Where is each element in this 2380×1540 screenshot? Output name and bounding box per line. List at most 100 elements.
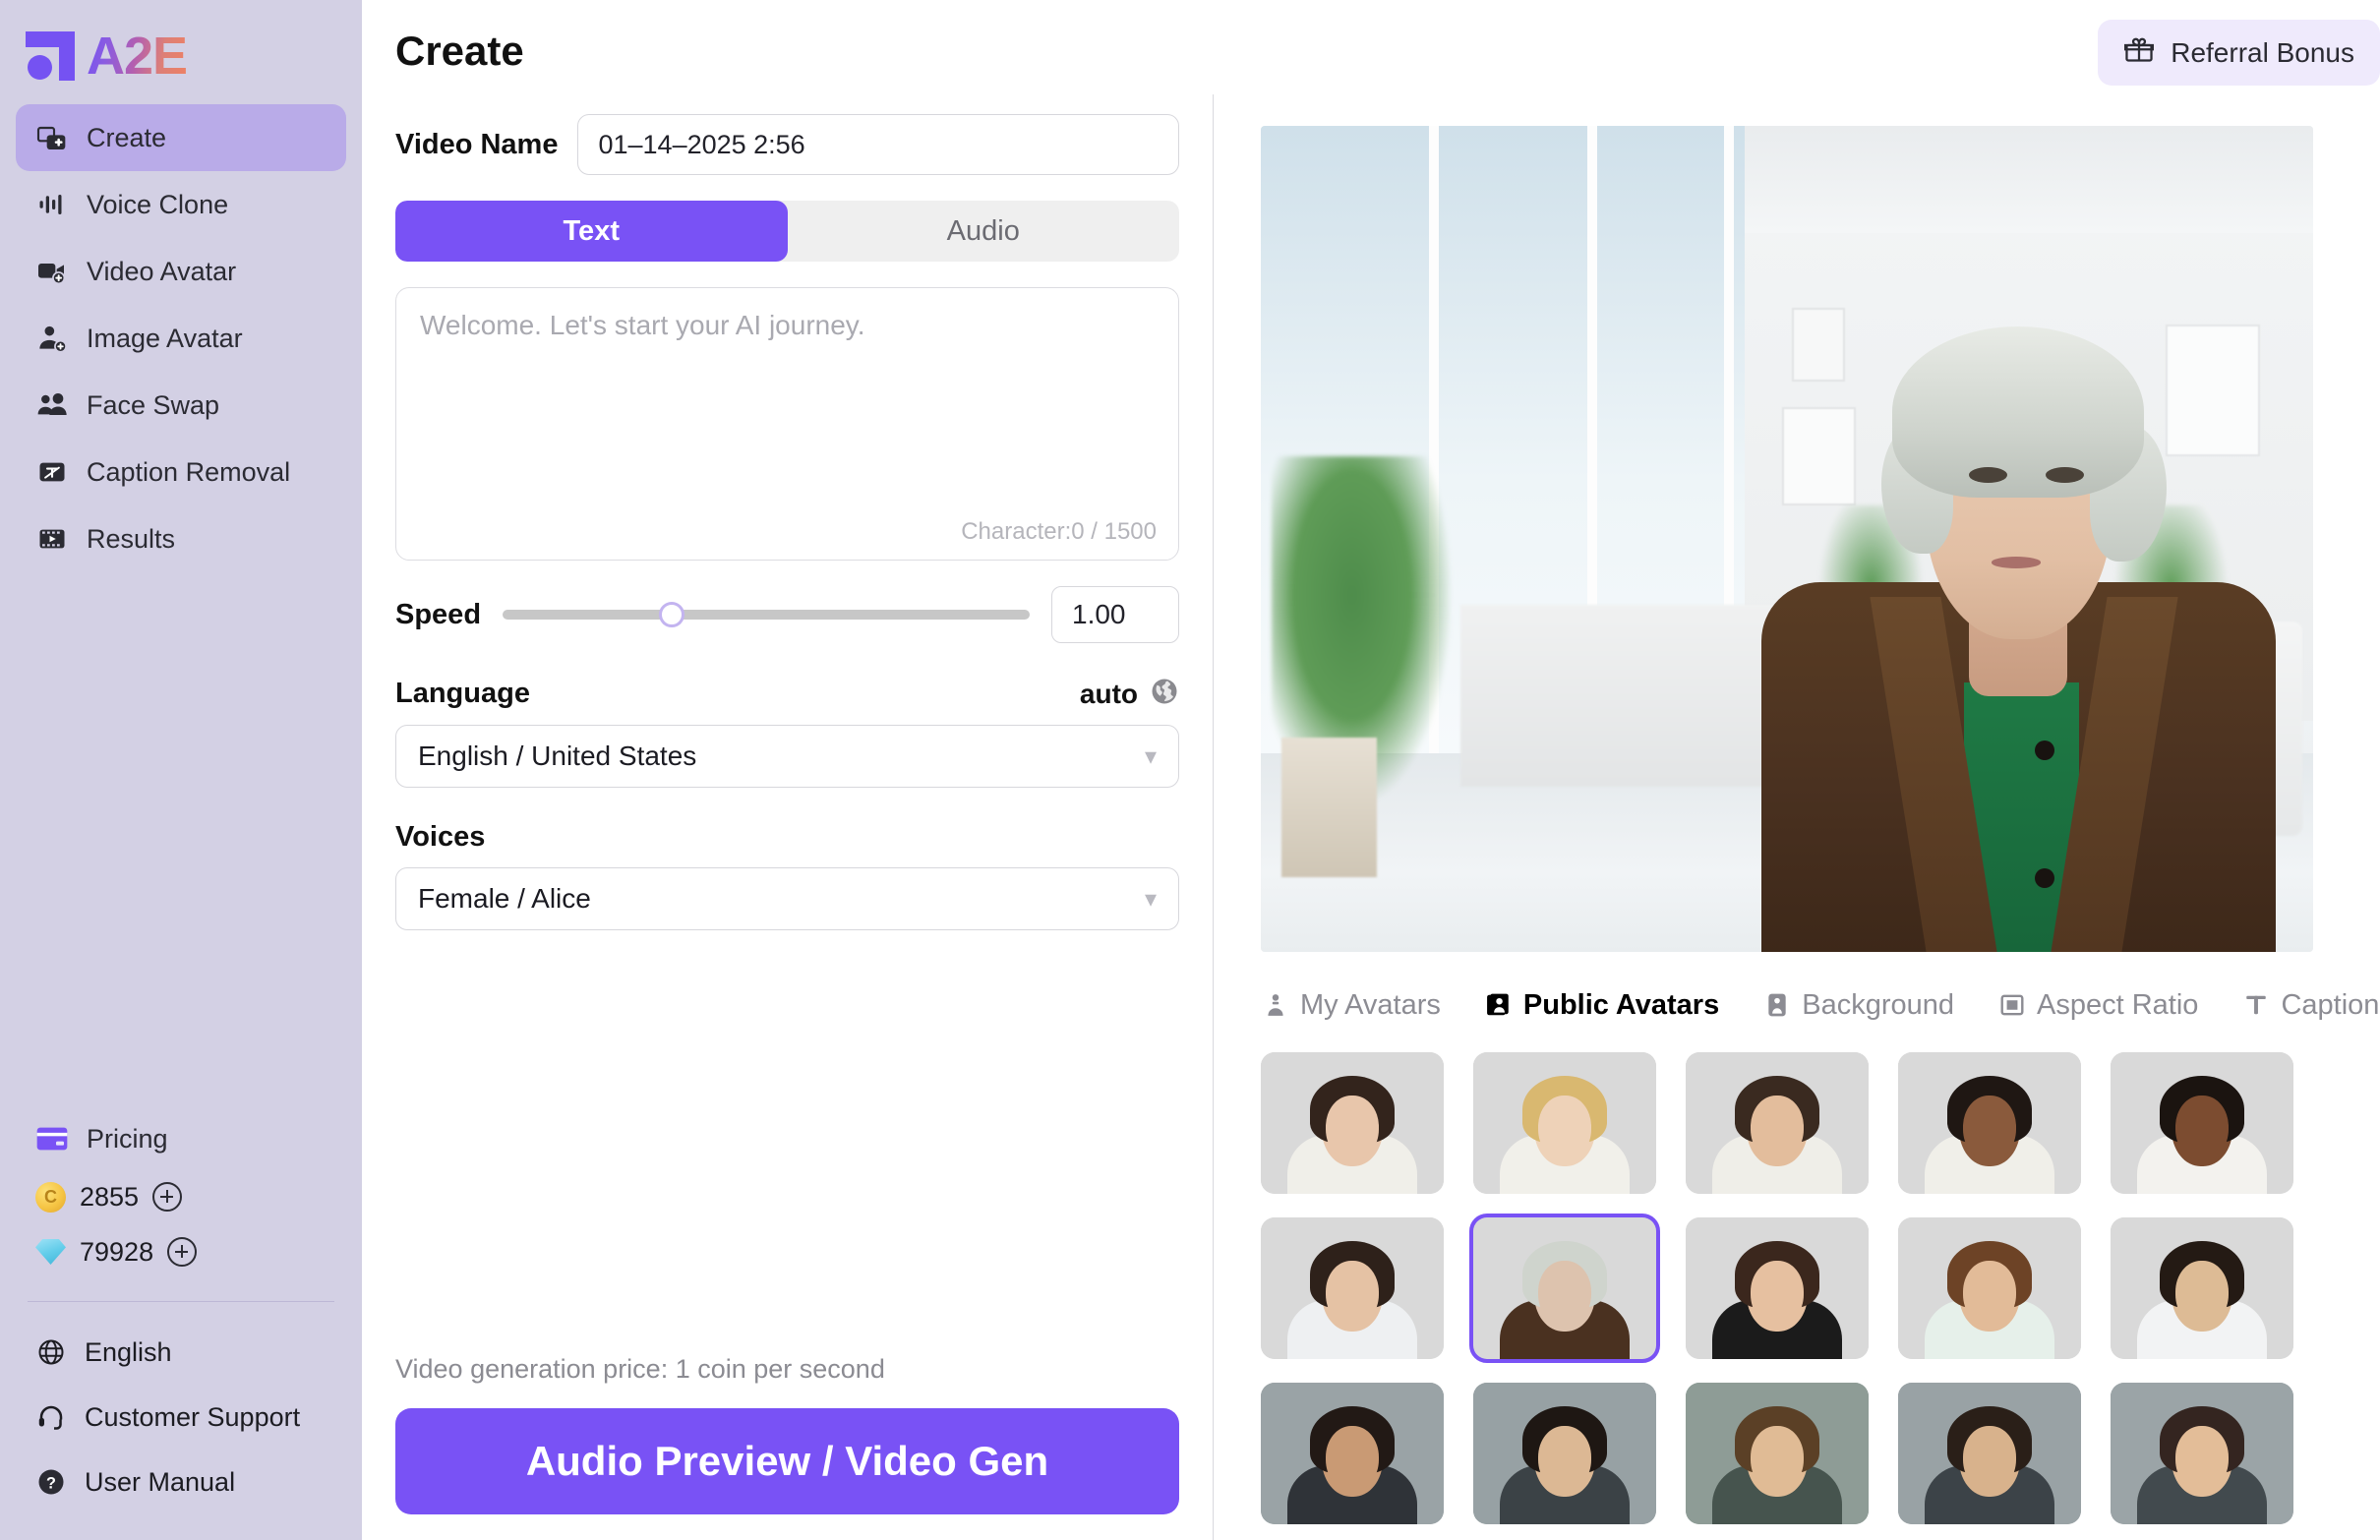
headset-icon [35, 1401, 67, 1433]
avatar-thumbnail[interactable] [2111, 1217, 2293, 1359]
tab-label: My Avatars [1300, 988, 1441, 1021]
diamond-balance[interactable]: 79928 [16, 1224, 346, 1279]
video-preview[interactable] [1261, 126, 2313, 952]
face-swap-icon [35, 388, 69, 422]
speed-value-input[interactable]: 1.00 [1051, 586, 1179, 643]
a2e-logo-icon [26, 31, 75, 81]
language-auto-label: auto [1079, 678, 1138, 709]
language-switcher[interactable]: English [16, 1320, 346, 1385]
avatar-mouth [1991, 557, 2041, 568]
gift-icon [2123, 33, 2155, 72]
audio-preview-video-gen-button[interactable]: Audio Preview / Video Gen [395, 1408, 1179, 1514]
language-select[interactable]: English / United States ▾ [395, 725, 1179, 788]
add-diamonds-button[interactable] [167, 1237, 198, 1267]
avatar-thumbnail[interactable] [1898, 1217, 2081, 1359]
avatar-thumbnail[interactable] [1686, 1217, 1869, 1359]
voices-header: Voices [395, 821, 1179, 854]
add-coins-button[interactable] [152, 1182, 183, 1212]
avatar-thumbnail[interactable] [1261, 1052, 1444, 1194]
avatar-thumbnail[interactable] [1473, 1052, 1656, 1194]
script-textarea[interactable]: Welcome. Let's start your AI journey. Ch… [395, 287, 1179, 561]
sidebar-item-create[interactable]: Create [16, 104, 346, 171]
preview-plant-pot [1281, 737, 1377, 878]
page-title: Create [395, 28, 524, 74]
credit-card-icon [35, 1122, 69, 1155]
globe-icon [35, 1336, 67, 1368]
avatar-coat-button [2035, 868, 2055, 888]
voices-label: Voices [395, 821, 486, 853]
speed-slider[interactable] [503, 598, 1030, 631]
tab-audio[interactable]: Audio [788, 201, 1180, 262]
thumbnail-face [1751, 1096, 1804, 1160]
tab-aspect-ratio[interactable]: Aspect Ratio [1997, 989, 2198, 1022]
tab-my-avatars[interactable]: My Avatars [1261, 989, 1441, 1022]
avatar-thumbnail[interactable] [2111, 1383, 2293, 1524]
preview-tabs: My Avatars Public Avatars Background Asp… [1261, 979, 2380, 1031]
sidebar-item-label: Results [87, 523, 176, 554]
customer-support-link[interactable]: Customer Support [16, 1385, 346, 1450]
svg-text:?: ? [46, 1474, 56, 1492]
sidebar-item-caption-removal[interactable]: Caption Removal [16, 439, 346, 505]
sidebar-item-label: Voice Clone [87, 189, 229, 219]
avatar-thumbnail[interactable] [1261, 1383, 1444, 1524]
footer-item-label: English [85, 1336, 172, 1367]
sidebar-item-video-avatar[interactable]: Video Avatar [16, 238, 346, 305]
form-spacer [395, 930, 1179, 1354]
sidebar-item-label: Face Swap [87, 389, 220, 420]
video-name-input[interactable]: 01–14–2025 2:56 [577, 114, 1179, 175]
user-manual-link[interactable]: ? User Manual [16, 1450, 346, 1514]
sidebar-item-results[interactable]: Results [16, 505, 346, 572]
sidebar-item-pricing[interactable]: Pricing [16, 1108, 346, 1169]
avatar-thumbnail[interactable] [1473, 1383, 1656, 1524]
tab-text[interactable]: Text [395, 201, 788, 262]
chevron-down-icon: ▾ [1144, 742, 1157, 770]
sidebar-item-voice-clone[interactable]: Voice Clone [16, 171, 346, 238]
preview-ceiling [1745, 126, 2313, 234]
thumbnail-face [1963, 1096, 2016, 1160]
avatar-thumbnail[interactable] [1898, 1052, 2081, 1194]
avatar-thumbnail[interactable] [1686, 1052, 1869, 1194]
sidebar-nav: Create Voice Clone Video Avatar Image Av… [0, 104, 362, 572]
avatar-thumbnail[interactable] [2111, 1052, 2293, 1194]
avatar-thumbnail[interactable] [1898, 1383, 2081, 1524]
brand-name: A2E [87, 27, 188, 86]
referral-bonus-button[interactable]: Referral Bonus [2098, 20, 2380, 86]
avatar-thumbnail[interactable] [1261, 1217, 1444, 1359]
slider-thumb[interactable] [658, 602, 684, 627]
tab-caption[interactable]: Caption [2241, 989, 2379, 1022]
caption-removal-icon [35, 455, 69, 489]
language-header: Language auto [395, 677, 1179, 711]
language-auto-toggle[interactable]: auto [1080, 677, 1179, 711]
tab-public-avatars[interactable]: Public Avatars [1484, 989, 1719, 1022]
thumbnail-face [2175, 1096, 2229, 1160]
main-area: Create Referral Bonus Video Name 01–14–2… [362, 0, 2380, 1540]
speed-row: Speed 1.00 [395, 586, 1179, 643]
brand-logo[interactable]: A2E [0, 0, 362, 87]
sidebar: A2E Create Voice Clone Video Avatar Imag… [0, 0, 362, 1540]
thumbnail-face [1538, 1096, 1591, 1160]
voices-select[interactable]: Female / Alice ▾ [395, 867, 1179, 930]
sidebar-item-face-swap[interactable]: Face Swap [16, 372, 346, 439]
create-icon [35, 121, 69, 154]
language-value: English / United States [418, 740, 697, 771]
sidebar-item-label: Create [87, 122, 167, 152]
script-placeholder: Welcome. Let's start your AI journey. [420, 310, 865, 340]
sidebar-item-image-avatar[interactable]: Image Avatar [16, 305, 346, 372]
voices-value: Female / Alice [418, 883, 591, 914]
image-person-icon [1762, 990, 1792, 1020]
voice-clone-icon [35, 188, 69, 221]
avatar-thumbnail[interactable] [1686, 1383, 1869, 1524]
thumbnail-face [2175, 1426, 2229, 1491]
avatar-coat-button [2035, 740, 2055, 760]
preview-avatar-figure [1745, 242, 2291, 952]
content: Video Name 01–14–2025 2:56 Text Audio We… [362, 94, 2380, 1540]
people-card-icon [1484, 990, 1514, 1020]
speed-value: 1.00 [1072, 599, 1126, 629]
coin-balance[interactable]: C 2855 [16, 1169, 346, 1224]
preview-desk [1460, 605, 1777, 787]
thumbnail-face [1326, 1261, 1379, 1326]
avatar-thumbnail[interactable] [1469, 1214, 1660, 1363]
tab-background[interactable]: Background [1762, 989, 1954, 1022]
coin-value: 2855 [80, 1181, 140, 1212]
